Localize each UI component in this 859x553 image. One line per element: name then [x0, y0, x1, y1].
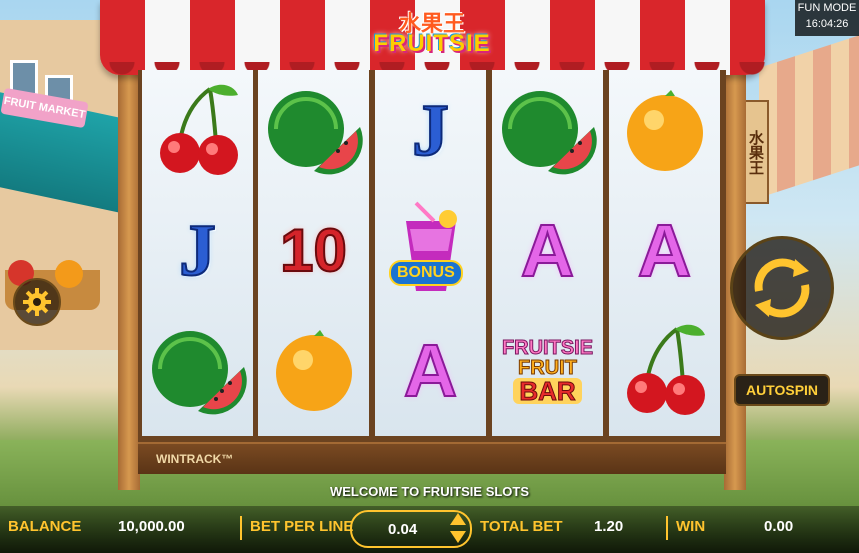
autospin-button[interactable]: AUTOSPIN — [734, 374, 830, 406]
reel-3: J BONUS A — [375, 70, 486, 436]
symbol-bonus: BONUS — [375, 192, 486, 310]
divider — [240, 516, 242, 540]
symbol-watermelon — [258, 72, 369, 190]
a-letter: A — [520, 209, 575, 292]
game-scene: FRUIT MARKET 水果王 水果王 FRUITSIE J 10 J BON… — [0, 0, 859, 553]
symbol-a: A — [492, 192, 603, 310]
bet-stepper — [448, 513, 466, 543]
clock: 16:04:26 — [805, 18, 849, 30]
reel-grid: J 10 J BONUS A A FRUITSIE FRUIT BAR A — [138, 70, 726, 442]
logo-fruitsie: FRUITSIE — [373, 30, 491, 57]
balance-value: 10,000.00 — [118, 518, 185, 535]
stall-awning — [759, 32, 859, 198]
spin-button[interactable] — [730, 236, 834, 340]
watermelon-icon — [267, 91, 363, 175]
bottom-bar: BALANCE 10,000.00 BET PER LINE 0.04 TOTA… — [0, 506, 859, 553]
cherry-icon — [159, 84, 238, 175]
orange-icon — [626, 90, 703, 171]
symbol-watermelon — [492, 72, 603, 190]
watermelon-icon — [501, 91, 597, 175]
bet-per-line-label: BET PER LINE — [250, 518, 354, 535]
bar-text-line2: FRUIT — [518, 357, 578, 379]
cart-post-left — [118, 70, 140, 490]
ten-number: 10 — [279, 217, 348, 284]
symbol-a: A — [609, 192, 720, 310]
spin-arrows-icon — [754, 258, 810, 318]
bonus-label: BONUS — [389, 260, 463, 286]
symbol-cherry — [609, 312, 720, 430]
symbol-orange — [609, 72, 720, 190]
wintrack-label: WINTRACK™ — [156, 452, 234, 466]
bar-text-line3: BAR — [513, 378, 582, 405]
watermelon-icon — [151, 331, 247, 415]
spin-control: AUTOSPIN — [724, 236, 834, 406]
wintrack-bar: WINTRACK™ — [138, 442, 726, 474]
bet-increase-icon[interactable] — [450, 513, 466, 525]
symbol-watermelon — [142, 312, 253, 430]
symbol-fruitsie-fruit-bar: FRUITSIE FRUIT BAR — [492, 312, 603, 430]
symbol-a: A — [375, 312, 486, 430]
bet-decrease-icon[interactable] — [450, 531, 466, 543]
reel-5: A — [609, 70, 720, 436]
bet-per-line-selector[interactable]: 0.04 — [350, 510, 472, 548]
reel-2: 10 — [258, 70, 369, 436]
bet-per-line-value: 0.04 — [388, 521, 418, 538]
j-letter: J — [178, 210, 217, 292]
reel-1: J — [142, 70, 253, 436]
smoothie-icon — [405, 201, 457, 291]
win-value: 0.00 — [764, 518, 794, 535]
symbol-ten: 10 — [258, 192, 369, 310]
symbol-orange — [258, 312, 369, 430]
welcome-message: WELCOME TO FRUITSIE SLOTS — [329, 484, 530, 499]
bar-text-line1: FRUITSIE — [501, 337, 594, 359]
orange-decoration — [55, 260, 83, 288]
symbol-j: J — [375, 72, 486, 190]
fun-mode-badge: FUN MODE 16:04:26 — [795, 0, 859, 36]
win-label: WIN — [676, 518, 706, 535]
mode-label: FUN MODE — [797, 2, 857, 14]
cherry-icon — [626, 324, 705, 415]
a-letter: A — [403, 329, 458, 412]
symbol-cherry — [142, 72, 253, 190]
symbol-j: J — [142, 192, 253, 310]
reel-4: A FRUITSIE FRUIT BAR — [492, 70, 603, 436]
settings-button[interactable] — [13, 278, 61, 326]
total-bet-value: 1.20 — [594, 518, 624, 535]
gear-icon — [23, 288, 51, 316]
balance-label: BALANCE — [8, 518, 82, 535]
divider — [666, 516, 668, 540]
total-bet-label: TOTAL BET — [480, 518, 563, 535]
a-letter: A — [637, 209, 692, 292]
fruit-bar-logo: FRUITSIE FRUIT BAR — [501, 337, 594, 405]
j-letter: J — [411, 90, 450, 172]
orange-icon — [275, 330, 352, 411]
